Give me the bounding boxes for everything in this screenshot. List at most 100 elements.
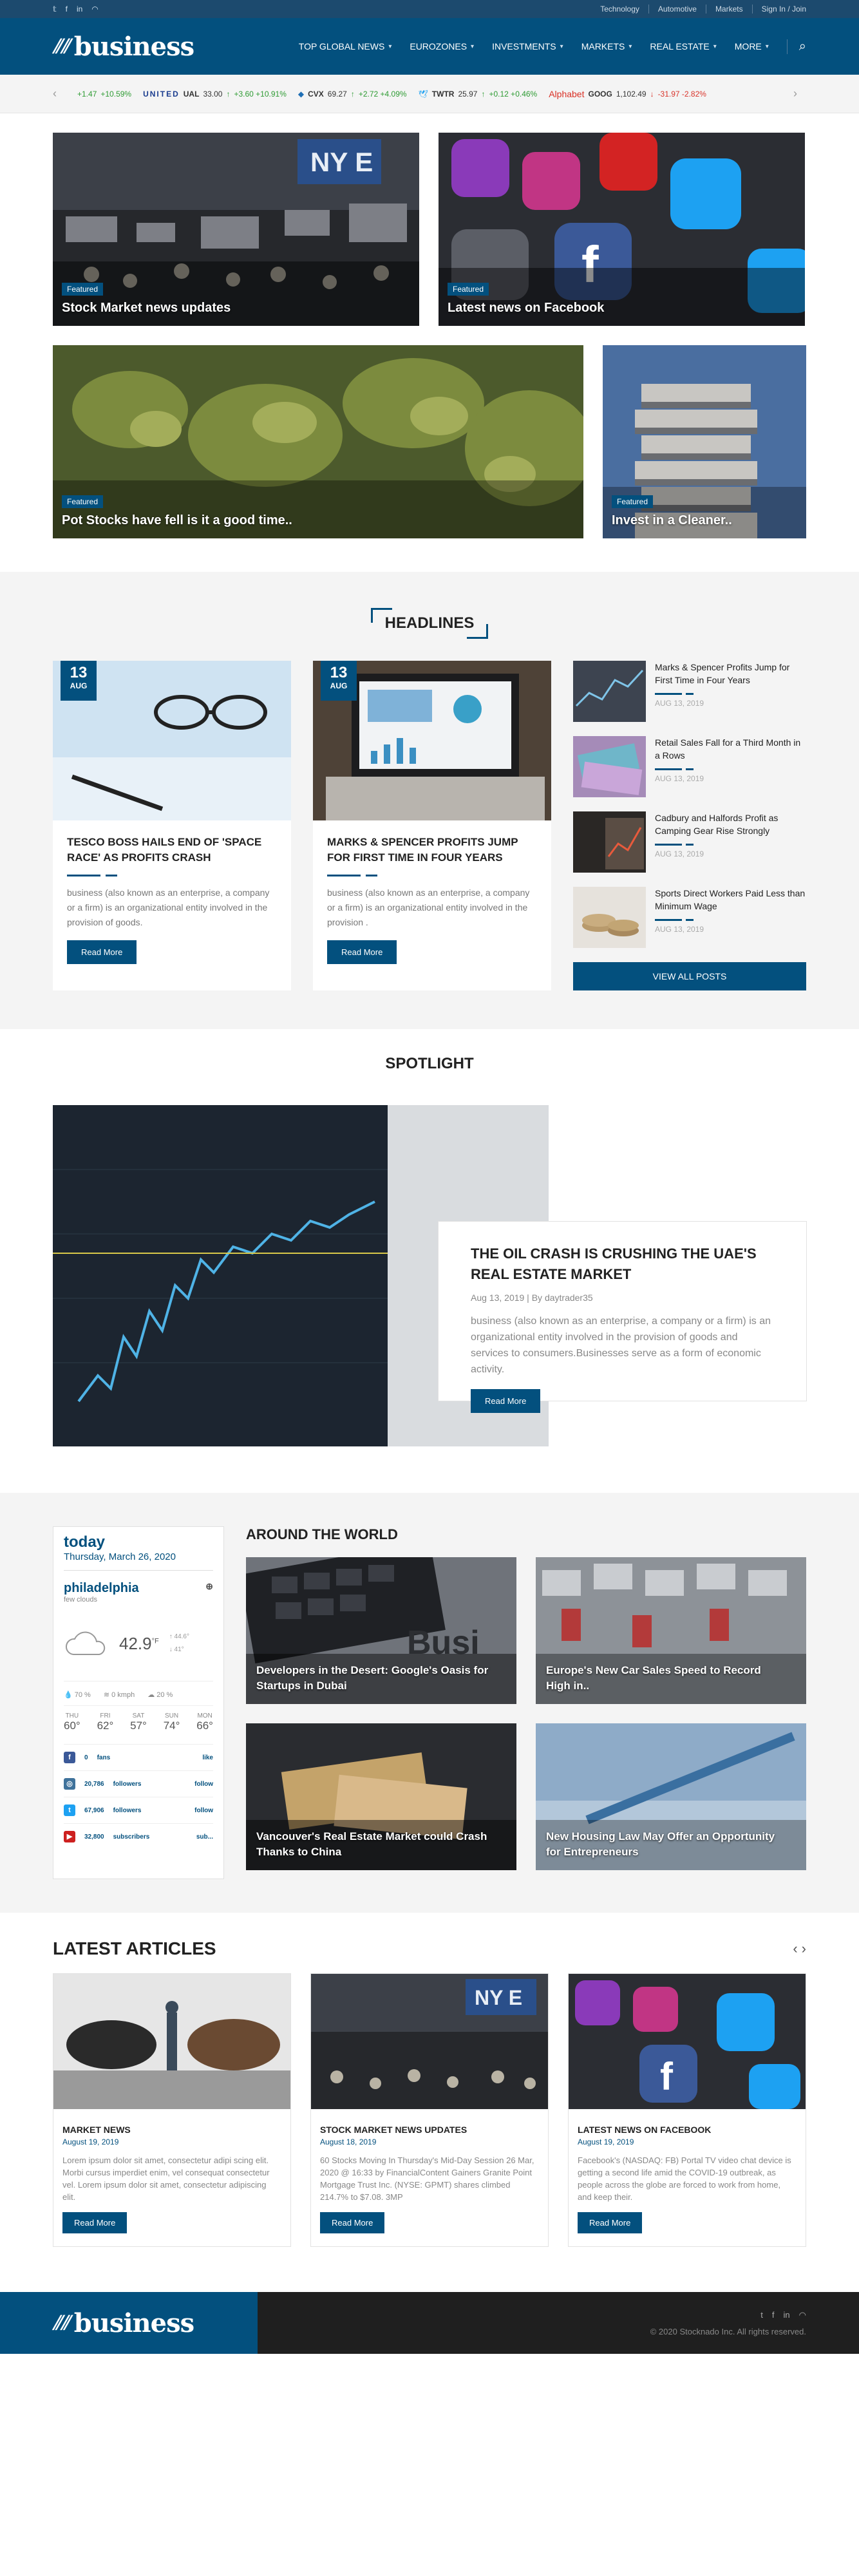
- svg-text:NY E: NY E: [475, 1986, 522, 2009]
- day-name: THU: [65, 1712, 79, 1719]
- around-grid: Busi Developers in the Desert: Google's …: [246, 1557, 806, 1870]
- social-counter-facebook[interactable]: f 0 fans like: [64, 1744, 213, 1770]
- view-all-posts-button[interactable]: VIEW ALL POSTS: [573, 962, 806, 990]
- spotlight-meta: Aug 13, 2019 | By daytrader35: [471, 1293, 593, 1303]
- side-item[interactable]: Retail Sales Fall for a Third Month in a…: [573, 736, 806, 797]
- read-more-button[interactable]: Read More: [320, 2212, 385, 2233]
- top-link-markets[interactable]: Markets: [706, 5, 753, 14]
- counter-action[interactable]: follow: [194, 1807, 213, 1814]
- arrow-down-icon: ↓: [169, 1646, 175, 1653]
- footer-logo[interactable]: ⫽⫽ business: [53, 2308, 194, 2338]
- facebook-icon[interactable]: f: [772, 2310, 775, 2320]
- social-counter-instagram[interactable]: ◎ 20,786 followers follow: [64, 1770, 213, 1797]
- ticker-item[interactable]: 🕊 TWTR 25.97 ↑ +0.12 +0.46%: [419, 90, 538, 99]
- chevron-left-icon[interactable]: ‹: [793, 1940, 797, 1957]
- sign-in-link[interactable]: Sign In / Join: [753, 5, 806, 14]
- featured-title[interactable]: Pot Stocks have fell is it a good time..: [62, 513, 292, 528]
- side-title[interactable]: Marks & Spencer Profits Jump for First T…: [655, 661, 806, 687]
- divider: [67, 875, 117, 876]
- counter-action[interactable]: follow: [194, 1781, 213, 1788]
- around-card[interactable]: Europe's New Car Sales Speed to Record H…: [536, 1557, 806, 1704]
- nav-eurozones[interactable]: EUROZONES ▾: [401, 41, 483, 52]
- section-heading: HEADLINES: [53, 608, 806, 639]
- side-item[interactable]: Marks & Spencer Profits Jump for First T…: [573, 661, 806, 722]
- chevron-left-icon[interactable]: ‹: [53, 87, 66, 100]
- latest-grid: MARKET NEWS August 19, 2019 Lorem ipsum …: [53, 1973, 806, 2247]
- location-icon[interactable]: ⊕: [205, 1581, 213, 1596]
- spotlight-section: SPOTLIGHT THE OIL CRASH IS CRUSHING THE …: [0, 1029, 859, 1493]
- side-item[interactable]: Sports Direct Workers Paid Less than Min…: [573, 887, 806, 948]
- ticker-item[interactable]: ◆ CVX 69.27 ↑ +2.72 +4.09%: [298, 90, 407, 99]
- logo-icon: ⫽⫽: [53, 35, 70, 58]
- search-icon[interactable]: ⌕: [786, 39, 806, 54]
- read-more-button[interactable]: Read More: [67, 940, 137, 964]
- around-card[interactable]: Busi Developers in the Desert: Google's …: [246, 1557, 516, 1704]
- nav-real-estate[interactable]: REAL ESTATE ▾: [641, 41, 725, 52]
- article-date: August 18, 2019: [320, 2137, 377, 2146]
- side-title[interactable]: Sports Direct Workers Paid Less than Min…: [655, 887, 806, 913]
- counter-action[interactable]: like: [202, 1754, 213, 1761]
- stock-exchange-image: NY E: [311, 1974, 548, 2109]
- nav-top-global-news[interactable]: TOP GLOBAL NEWS ▾: [290, 41, 401, 52]
- featured-title[interactable]: Stock Market news updates: [62, 301, 231, 316]
- facebook-icon[interactable]: f: [66, 5, 68, 14]
- section-title: SPOTLIGHT: [385, 1055, 474, 1072]
- headline-title[interactable]: MARKS & SPENCER PROFITS JUMP FOR FIRST T…: [313, 820, 551, 866]
- featured-card[interactable]: Featured Invest in a Cleaner..: [603, 345, 806, 538]
- social-counter-twitter[interactable]: t 67,906 followers follow: [64, 1797, 213, 1823]
- read-more-button[interactable]: Read More: [327, 940, 397, 964]
- around-title[interactable]: Vancouver's Real Estate Market could Cra…: [256, 1829, 491, 1860]
- ticker-item[interactable]: +1.47 +10.59%: [77, 90, 131, 99]
- footer-info: t f in ◠ © 2020 Stocknado Inc. All right…: [258, 2292, 859, 2354]
- nav-investments[interactable]: INVESTMENTS ▾: [483, 41, 572, 52]
- site-logo[interactable]: ⫽⫽ business: [53, 32, 194, 62]
- headline-card[interactable]: 13 AUG MARKS & SPENCER PROFITS JUMP FOR F…: [313, 661, 551, 990]
- read-more-button[interactable]: Read More: [62, 2212, 127, 2233]
- top-link-technology[interactable]: Technology: [591, 5, 649, 14]
- headline-title[interactable]: TESCO BOSS HAILS END OF 'SPACE RACE' AS …: [53, 820, 291, 866]
- rss-icon[interactable]: ◠: [91, 5, 98, 14]
- social-counter-youtube[interactable]: ▶ 32,800 subscribers sub...: [64, 1823, 213, 1850]
- around-title[interactable]: Europe's New Car Sales Speed to Record H…: [546, 1663, 780, 1694]
- lo-temp: ↓ 41°: [169, 1643, 189, 1656]
- featured-card[interactable]: Featured Pot Stocks have fell is it a go…: [53, 345, 583, 538]
- linkedin-icon[interactable]: in: [77, 5, 82, 14]
- around-title[interactable]: Developers in the Desert: Google's Oasis…: [256, 1663, 491, 1694]
- side-item[interactable]: Cadbury and Halfords Profit as Camping G…: [573, 811, 806, 873]
- featured-title[interactable]: Latest news on Facebook: [448, 301, 604, 316]
- around-card[interactable]: New Housing Law May Offer an Opportunity…: [536, 1723, 806, 1870]
- top-link-automotive[interactable]: Automotive: [649, 5, 706, 14]
- ticker-item[interactable]: Alphabet GOOG 1,102.49 ↓ -31.97 -2.82%: [549, 89, 706, 99]
- chevron-right-icon[interactable]: ›: [802, 1940, 806, 1957]
- twitter-icon[interactable]: 𝕥: [53, 5, 57, 14]
- around-card[interactable]: Vancouver's Real Estate Market could Cra…: [246, 1723, 516, 1870]
- spotlight-card: THE OIL CRASH IS CRUSHING THE UAE'S REAL…: [438, 1221, 807, 1413]
- article-title[interactable]: MARKET NEWS: [53, 2109, 290, 2135]
- date-day: 13: [330, 664, 348, 681]
- side-title[interactable]: Retail Sales Fall for a Third Month in a…: [655, 736, 806, 762]
- nav-label: MARKETS: [581, 41, 625, 52]
- read-more-button[interactable]: Read More: [471, 1389, 541, 1413]
- featured-title[interactable]: Invest in a Cleaner..: [612, 513, 732, 528]
- ticker-item[interactable]: UNITED UAL 33.00 ↑ +3.60 +10.91%: [143, 90, 287, 99]
- headline-card[interactable]: 13 AUG TESCO BOSS HAILS END OF 'SPACE RAC…: [53, 661, 291, 990]
- carousel-controls: ‹ ›: [793, 1940, 806, 1957]
- spotlight-heading[interactable]: THE OIL CRASH IS CRUSHING THE UAE'S REAL…: [471, 1244, 774, 1285]
- featured-card[interactable]: NY E Featured Stock Market news updates: [53, 133, 419, 326]
- read-more-button[interactable]: Read More: [578, 2212, 643, 2233]
- rss-icon[interactable]: ◠: [799, 2310, 806, 2320]
- counter-action[interactable]: sub...: [196, 1833, 213, 1841]
- article-title[interactable]: STOCK MARKET NEWS UPDATES: [311, 2109, 548, 2135]
- article-title[interactable]: LATEST NEWS ON FACEBOOK: [569, 2109, 806, 2135]
- article-card[interactable]: MARKET NEWS August 19, 2019 Lorem ipsum …: [53, 1973, 291, 2247]
- featured-card[interactable]: f Featured Latest news on Facebook: [439, 133, 805, 326]
- chevron-right-icon[interactable]: ›: [793, 87, 806, 100]
- linkedin-icon[interactable]: in: [784, 2310, 790, 2320]
- side-title[interactable]: Cadbury and Halfords Profit as Camping G…: [655, 811, 806, 837]
- around-title[interactable]: New Housing Law May Offer an Opportunity…: [546, 1829, 780, 1860]
- nav-more[interactable]: MORE ▾: [726, 41, 778, 52]
- article-card[interactable]: NY E STOCK MARKET NEWS UPDATES August 18…: [310, 1973, 549, 2247]
- twitter-icon[interactable]: t: [760, 2310, 763, 2320]
- nav-markets[interactable]: MARKETS ▾: [572, 41, 641, 52]
- article-card[interactable]: f LATEST NEWS ON FACEBOOK August 19, 201…: [568, 1973, 806, 2247]
